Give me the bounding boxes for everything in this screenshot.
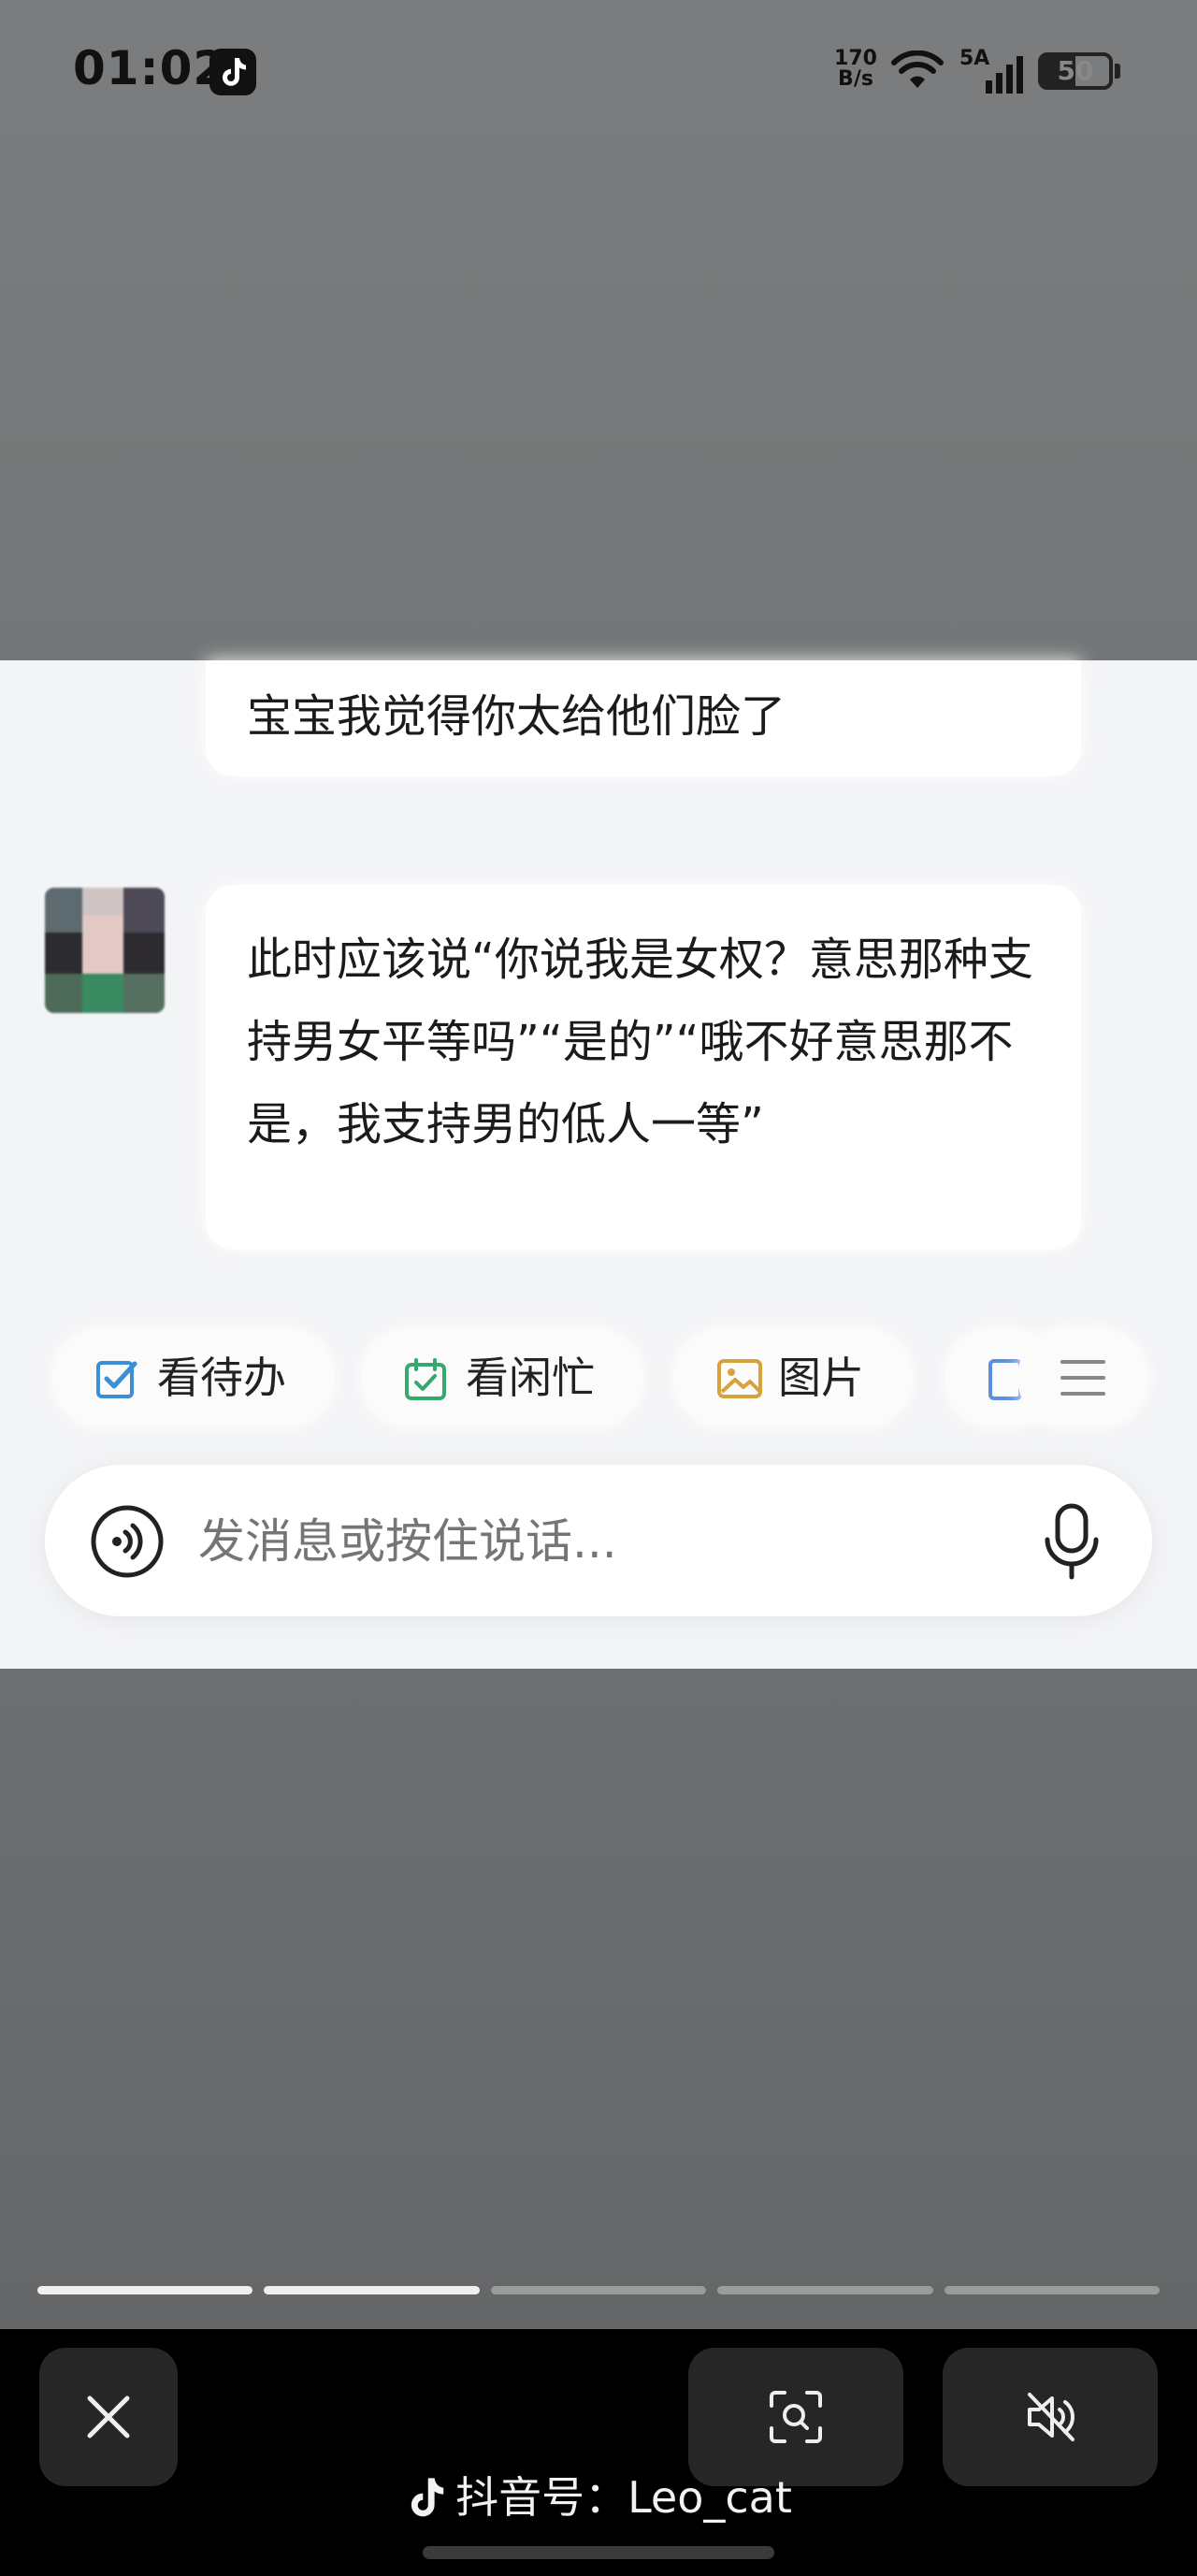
mute-button[interactable]: [943, 2348, 1158, 2486]
microphone-icon[interactable]: [1040, 1502, 1103, 1581]
image-search-button[interactable]: [688, 2348, 903, 2486]
message-input[interactable]: [198, 1512, 965, 1571]
status-bar: 01:02 170 B/s 5A 50: [0, 0, 1197, 140]
story-progress-segment: [717, 2286, 933, 2294]
chat-panel: 宝宝我觉得你太给他们脸了 此时应该说“你说我是女权？意思那种支持男女平等吗”“是…: [0, 660, 1197, 1669]
account-id: 抖音号：Leo_cat: [0, 2469, 1197, 2535]
calendar-check-icon: [405, 1358, 446, 1400]
message-bubble[interactable]: 此时应该说“你说我是女权？意思那种支持男女平等吗”“是的”“哦不好意思那不是，我…: [206, 885, 1081, 1250]
network-speed-unit: B/s: [838, 67, 873, 91]
message-text: 宝宝我觉得你太给他们脸了: [247, 690, 786, 743]
quick-action-label: 图片: [778, 1353, 864, 1403]
quick-action-availability[interactable]: 看闲忙: [361, 1328, 643, 1427]
quick-action-todo[interactable]: 看待办: [52, 1328, 335, 1427]
quick-action-label: 看闲忙: [466, 1353, 595, 1403]
story-progress-segment: [490, 2286, 707, 2294]
close-button[interactable]: [39, 2348, 178, 2486]
more-actions-button[interactable]: [1017, 1328, 1148, 1427]
battery-tip: [1115, 64, 1120, 79]
wifi-icon: [891, 51, 944, 88]
quick-actions: 看待办 看闲忙 图片: [0, 1328, 1197, 1431]
signal-bars-icon: [986, 56, 1023, 94]
account-label: 抖音号：Leo_cat: [455, 2472, 792, 2523]
quick-action-label: 看待办: [157, 1353, 286, 1403]
home-indicator[interactable]: [423, 2546, 774, 2559]
avatar[interactable]: [45, 888, 165, 1013]
image-icon: [717, 1359, 762, 1398]
network-speed: 170 B/s: [832, 49, 879, 90]
close-icon: [87, 2395, 130, 2439]
battery-indicator: 50: [1038, 52, 1113, 90]
tiktok-note-icon: [411, 2478, 444, 2517]
message-input-bar: [45, 1465, 1152, 1616]
battery-level: 50: [1057, 55, 1094, 86]
scan-search-icon: [770, 2391, 822, 2443]
bottom-bar: 抖音号：Leo_cat: [0, 2329, 1197, 2576]
tiktok-note-icon: [209, 49, 256, 95]
network-speed-value: 170: [834, 47, 877, 70]
checkbox-icon: [96, 1361, 137, 1398]
cellular-signal: 5A: [959, 47, 1025, 94]
story-progress-segment: [264, 2286, 480, 2294]
message-bubble[interactable]: 宝宝我觉得你太给他们脸了: [206, 660, 1081, 776]
story-progress: [37, 2286, 1160, 2295]
speaker-muted-icon: [1028, 2393, 1074, 2441]
story-progress-segment: [37, 2286, 253, 2294]
quick-action-image[interactable]: 图片: [673, 1328, 913, 1427]
video-background-bottom: [0, 1669, 1197, 2329]
story-progress-segment: [944, 2286, 1160, 2294]
voice-mode-icon[interactable]: [90, 1504, 165, 1579]
menu-icon: [1060, 1360, 1105, 1396]
status-time: 01:02: [73, 41, 227, 95]
message-text: 此时应该说“你说我是女权？意思那种支持男女平等吗”“是的”“哦不好意思那不是，我…: [247, 933, 1033, 1151]
